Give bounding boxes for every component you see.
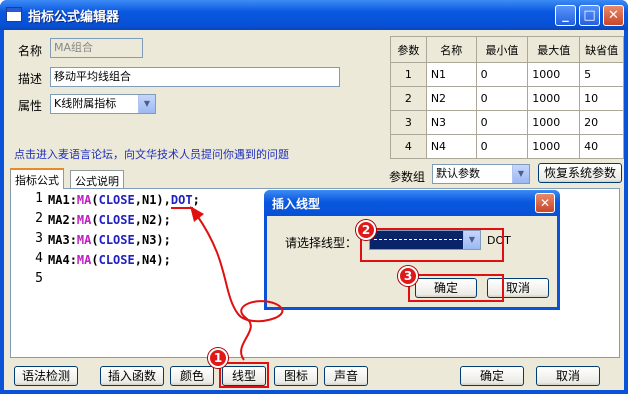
table-cell[interactable]: 0: [475, 110, 529, 135]
table-cell[interactable]: 10: [579, 86, 624, 111]
table-cell[interactable]: 20: [579, 110, 624, 135]
column-header: 最大值: [527, 36, 581, 63]
table-cell[interactable]: 1000: [527, 86, 581, 111]
table-row[interactable]: 2 N2 0 1000 10: [390, 86, 624, 111]
restore-system-params-button[interactable]: 恢复系统参数: [538, 163, 622, 183]
name-field: MA组合: [50, 38, 143, 58]
table-cell[interactable]: 0: [475, 62, 529, 87]
parameter-table: 参数 名称 最小值 最大值 缺省值 1 N1 0 1000 5 2 N2 0 1…: [390, 36, 624, 159]
code-line: MA3:MA(CLOSE,N3);: [48, 233, 171, 247]
table-row[interactable]: 3 N3 0 1000 20: [390, 110, 624, 135]
description-label: 描述: [18, 72, 43, 86]
column-header: 名称: [425, 36, 477, 63]
param-group-value: 默认参数: [436, 167, 480, 180]
sound-button[interactable]: 声音: [324, 366, 368, 386]
table-cell[interactable]: 1000: [527, 62, 581, 87]
ok-button[interactable]: 确定: [460, 366, 524, 386]
dialog-title: 插入线型: [272, 197, 321, 211]
param-group-label: 参数组: [389, 170, 426, 184]
dialog-close-button[interactable]: ✕: [535, 193, 555, 213]
chevron-down-icon[interactable]: ▼: [138, 95, 155, 113]
line-number: 2: [35, 211, 43, 226]
attribute-select-value: K线附属指标: [54, 97, 117, 110]
inserted-line-type: DOT: [170, 193, 193, 209]
column-header: 参数: [390, 36, 427, 63]
chevron-down-icon[interactable]: ▼: [512, 165, 529, 183]
row-header: 3: [390, 110, 427, 135]
attribute-select[interactable]: K线附属指标 ▼: [50, 94, 156, 114]
table-cell[interactable]: N4: [425, 134, 477, 159]
step-badge-3: 3: [398, 266, 418, 286]
code-line: MA2:MA(CLOSE,N2);: [48, 213, 171, 227]
dialog-title-bar[interactable]: 插入线型 ✕: [264, 190, 560, 216]
line-type-label: 请选择线型：: [285, 236, 358, 250]
table-row[interactable]: 4 N4 0 1000 40: [390, 134, 624, 159]
line-number: 1: [35, 191, 43, 206]
cancel-button[interactable]: 取消: [536, 366, 600, 386]
step-badge-2: 2: [356, 220, 376, 240]
window-title: 指标公式编辑器: [28, 10, 120, 25]
parameter-table-header: 参数 名称 最小值 最大值 缺省值: [390, 36, 624, 63]
line-number: 4: [35, 251, 43, 266]
table-cell[interactable]: 1000: [527, 134, 581, 159]
column-header: 最小值: [475, 36, 529, 63]
param-group-select[interactable]: 默认参数 ▼: [432, 164, 530, 184]
line-number: 5: [35, 271, 43, 286]
forum-link[interactable]: 点击进入麦语言论坛，向文华技术人员提问你遇到的问题: [14, 146, 289, 162]
highlight-line-type-button: [219, 362, 269, 388]
syntax-check-button[interactable]: 语法检测: [14, 366, 78, 386]
table-cell[interactable]: N2: [425, 86, 477, 111]
table-cell[interactable]: N1: [425, 62, 477, 87]
code-line: MA4:MA(CLOSE,N4);: [48, 253, 171, 267]
table-row[interactable]: 1 N1 0 1000 5: [390, 62, 624, 87]
highlight-line-type-select: [360, 228, 504, 262]
step-badge-1: 1: [208, 348, 228, 368]
minimize-button[interactable]: _: [555, 5, 576, 26]
name-label: 名称: [18, 44, 43, 58]
insert-function-button[interactable]: 插入函数: [100, 366, 164, 386]
code-line: MA1:MA(CLOSE,N1),DOT;: [48, 193, 200, 209]
maximize-button[interactable]: □: [579, 5, 600, 26]
row-header: 4: [390, 134, 427, 159]
table-cell[interactable]: 40: [579, 134, 624, 159]
line-number: 3: [35, 231, 43, 246]
icon-button[interactable]: 图标: [274, 366, 318, 386]
close-button[interactable]: ✕: [603, 5, 624, 26]
tab-formula-description[interactable]: 公式说明: [70, 170, 124, 188]
window-icon: [6, 7, 22, 22]
row-header: 2: [390, 86, 427, 111]
line-number-gutter: 1 2 3 4 5: [11, 189, 45, 357]
table-cell[interactable]: 1000: [527, 110, 581, 135]
table-cell[interactable]: N3: [425, 110, 477, 135]
title-bar[interactable]: 指标公式编辑器 _ □ ✕: [0, 0, 628, 30]
highlight-dialog-ok: [408, 274, 504, 302]
table-cell[interactable]: 0: [475, 86, 529, 111]
tab-formula[interactable]: 指标公式: [10, 168, 64, 189]
color-button[interactable]: 颜色: [170, 366, 214, 386]
table-cell[interactable]: 0: [475, 134, 529, 159]
attribute-label: 属性: [18, 99, 43, 113]
row-header: 1: [390, 62, 427, 87]
table-cell[interactable]: 5: [579, 62, 624, 87]
description-field[interactable]: 移动平均线组合: [50, 67, 340, 87]
column-header: 缺省值: [579, 36, 624, 63]
